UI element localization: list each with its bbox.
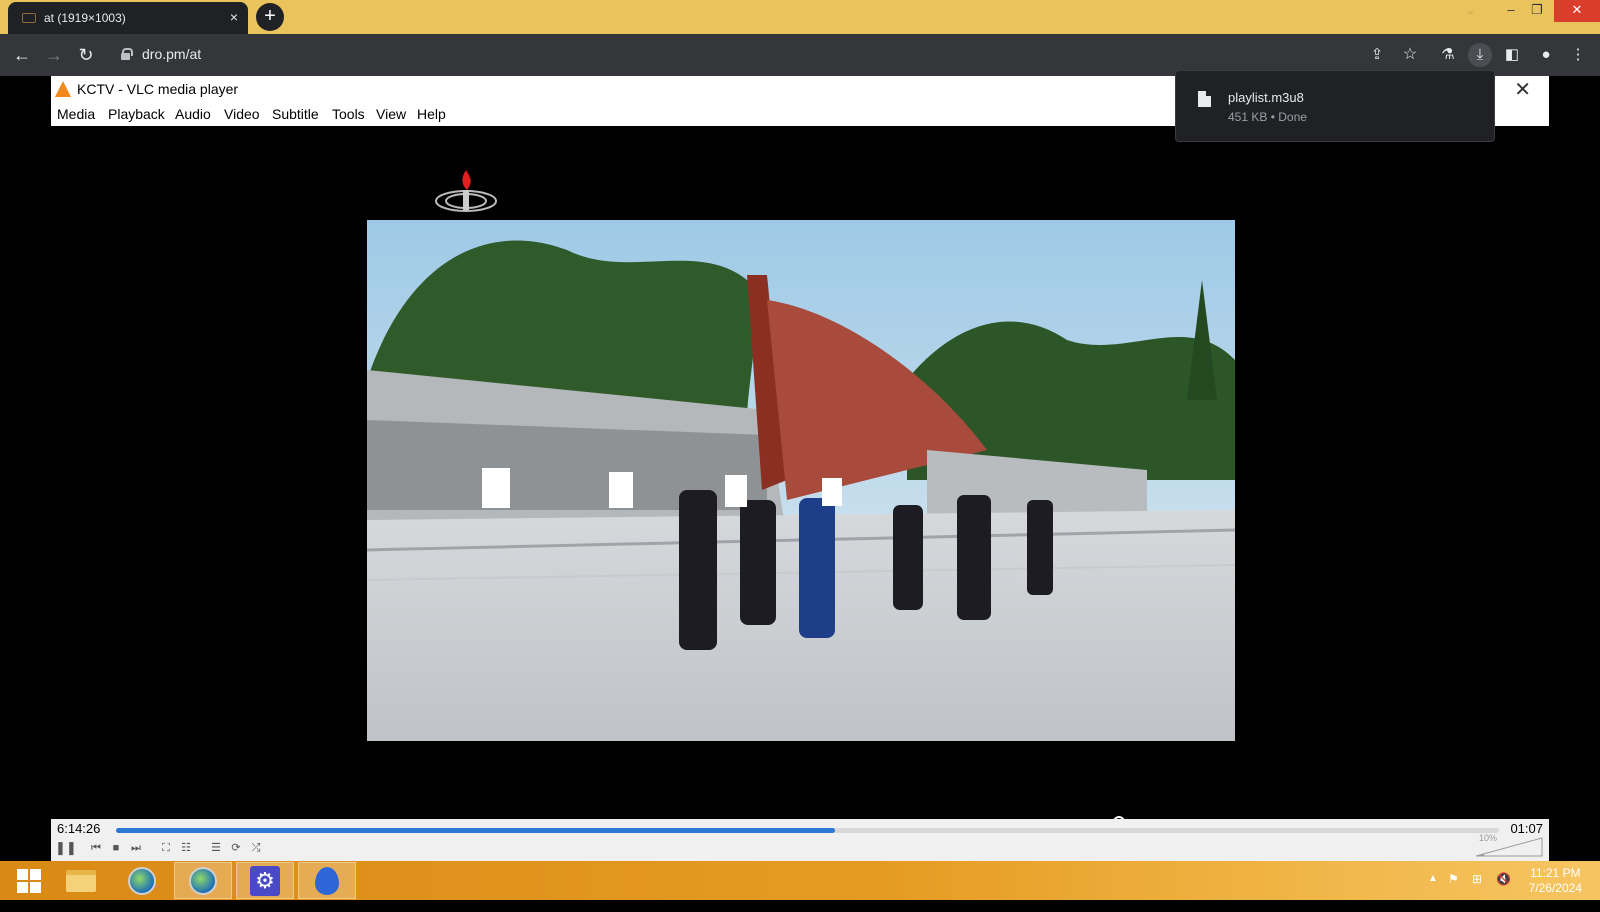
- vlc-controls: 6:14:26 01:07 ❚❚ ⏮ ■ ⏭ ⛶ ☷ ☰ ⟳ ⤮ 10%: [51, 819, 1549, 861]
- extended-settings-icon[interactable]: ☷: [177, 839, 195, 857]
- speaker-muted-icon[interactable]: 🔇: [1496, 872, 1511, 911]
- download-filename[interactable]: playlist.m3u8: [1228, 90, 1304, 105]
- address-bar[interactable]: dro.pm/at: [142, 46, 201, 62]
- gear-icon: ⚙: [250, 865, 280, 896]
- download-icon[interactable]: ⤓: [1468, 43, 1492, 67]
- menu-media[interactable]: Media: [57, 106, 95, 122]
- taskbar-explorer[interactable]: [52, 862, 110, 899]
- new-tab-button[interactable]: +: [256, 3, 284, 31]
- browser-tab-strip: at (1919×1003) × + ⌄ – ❐ ✕: [0, 0, 1600, 34]
- taskbar-settings[interactable]: ⚙: [236, 862, 294, 899]
- stop-icon[interactable]: ■: [107, 839, 125, 857]
- side-panel-icon[interactable]: ◧: [1500, 43, 1524, 67]
- droplet-icon: [315, 866, 339, 895]
- share-icon[interactable]: ⇪: [1365, 43, 1389, 67]
- folder-icon: [66, 869, 96, 892]
- menu-audio[interactable]: Audio: [175, 106, 211, 122]
- back-icon[interactable]: ←: [10, 43, 34, 67]
- loop-icon[interactable]: ⟳: [227, 839, 245, 857]
- taskbar: ⚙ ▲ ⚑ ⊞ 🔇 11:21 PM 7/26/2024: [0, 861, 1600, 900]
- seek-progress: [116, 828, 836, 833]
- show-hidden-icons-icon[interactable]: ▲: [1428, 873, 1438, 912]
- windows-start-icon: [17, 868, 41, 893]
- restore-icon[interactable]: ❐: [1524, 0, 1550, 22]
- menu-tools[interactable]: Tools: [332, 106, 365, 122]
- menu-subtitle[interactable]: Subtitle: [272, 106, 319, 122]
- labs-flask-icon[interactable]: ⚗: [1436, 43, 1460, 67]
- previous-icon[interactable]: ⏮: [87, 839, 105, 857]
- window-close-icon[interactable]: ✕: [1554, 0, 1600, 22]
- menu-kebab-icon[interactable]: ⋮: [1566, 43, 1590, 67]
- volume-slider[interactable]: [1474, 837, 1544, 857]
- menu-help[interactable]: Help: [417, 106, 446, 122]
- vlc-close-icon[interactable]: ✕: [1514, 77, 1531, 102]
- browser-icon: [128, 866, 156, 895]
- tab-title: at (1919×1003): [44, 11, 126, 25]
- download-status: 451 KB • Done: [1228, 110, 1307, 124]
- taskbar-browser-2[interactable]: [174, 862, 232, 899]
- pause-icon[interactable]: ❚❚: [55, 839, 77, 857]
- start-button[interactable]: [0, 862, 58, 899]
- shuffle-icon[interactable]: ⤮: [247, 839, 265, 857]
- total-time: 01:07: [1510, 821, 1543, 836]
- seek-bar[interactable]: [116, 828, 1499, 833]
- forward-icon[interactable]: →: [42, 43, 66, 67]
- taskbar-browser-1[interactable]: [113, 862, 171, 899]
- flag-icon[interactable]: ⚑: [1448, 872, 1459, 911]
- clock-time: 11:21 PM: [1530, 866, 1581, 880]
- fullscreen-icon[interactable]: ⛶: [157, 839, 175, 857]
- vlc-window: KCTV - VLC media player ✕ Media Playback…: [51, 76, 1549, 861]
- channel-logo: [435, 170, 497, 212]
- browser-icon: [189, 866, 217, 895]
- next-icon[interactable]: ⏭: [127, 839, 145, 857]
- tab-close-icon[interactable]: ×: [230, 9, 238, 25]
- minimize-icon[interactable]: –: [1498, 0, 1524, 22]
- file-icon: [1198, 91, 1211, 107]
- profile-icon[interactable]: ●: [1534, 43, 1558, 67]
- playlist-icon[interactable]: ☰: [207, 839, 225, 857]
- bookmark-star-icon[interactable]: ☆: [1398, 43, 1422, 67]
- taskbar-app[interactable]: [298, 862, 356, 899]
- taskbar-clock[interactable]: 11:21 PM 7/26/2024: [1529, 866, 1582, 896]
- download-bubble: playlist.m3u8 451 KB • Done: [1175, 70, 1495, 142]
- video-frame[interactable]: [367, 220, 1235, 741]
- tab-favicon-icon: [22, 13, 36, 23]
- lock-icon[interactable]: [121, 48, 133, 60]
- menu-video[interactable]: Video: [224, 106, 260, 122]
- tab-search-icon[interactable]: ⌄: [1466, 4, 1475, 17]
- elapsed-time: 6:14:26: [57, 821, 101, 836]
- clock-date: 7/26/2024: [1528, 881, 1582, 895]
- browser-tab[interactable]: at (1919×1003) ×: [8, 2, 248, 34]
- vlc-window-title: KCTV - VLC media player: [77, 81, 239, 97]
- vlc-cone-icon: [55, 81, 71, 97]
- network-icon[interactable]: ⊞: [1472, 872, 1482, 911]
- menu-view[interactable]: View: [376, 106, 406, 122]
- menu-playback[interactable]: Playback: [108, 106, 165, 122]
- reload-icon[interactable]: ↻: [74, 43, 98, 67]
